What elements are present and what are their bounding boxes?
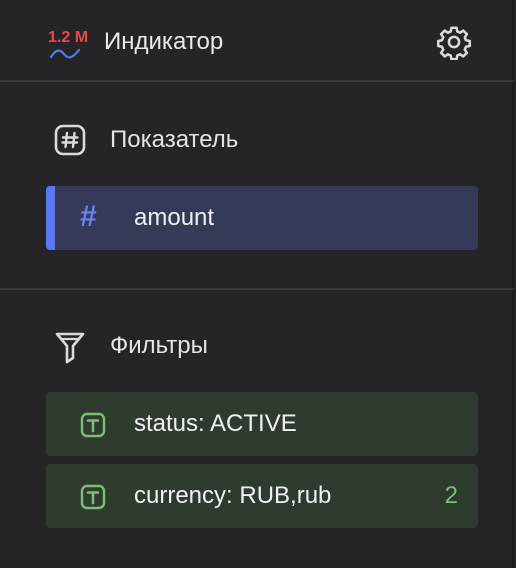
measures-section-title: Показатель <box>110 126 239 153</box>
filter-value-count: 2 <box>444 482 458 509</box>
funnel-icon <box>54 330 86 369</box>
filters-section-title: Фильтры <box>110 332 208 359</box>
wizard-panel: 1.2 M Индикатор Показатель # amount Филь… <box>0 0 514 568</box>
filter-chip-status[interactable]: status: ACTIVE <box>46 392 478 456</box>
filter-chip-label: status: ACTIVE <box>134 410 297 437</box>
number-type-icon: # <box>80 200 97 233</box>
section-divider <box>0 288 514 290</box>
measure-chip-amount[interactable]: # amount <box>46 186 478 250</box>
filter-chip-label: currency: RUB,rub <box>134 482 332 509</box>
wave-icon <box>50 48 80 59</box>
visualization-title[interactable]: Индикатор <box>104 26 223 58</box>
measure-chip-label: amount <box>134 204 215 231</box>
panel-header: 1.2 M Индикатор <box>0 0 514 82</box>
indicator-visualization-icon: 1.2 M <box>48 28 94 62</box>
visualization-badge-text: 1.2 M <box>48 29 89 46</box>
filter-chip-currency[interactable]: currency: RUB,rub 2 <box>46 464 478 528</box>
hash-square-icon <box>54 124 86 161</box>
measure-chip-accent <box>46 186 55 250</box>
text-type-icon <box>80 484 106 515</box>
gear-icon[interactable] <box>436 24 472 61</box>
text-type-icon <box>80 412 106 443</box>
